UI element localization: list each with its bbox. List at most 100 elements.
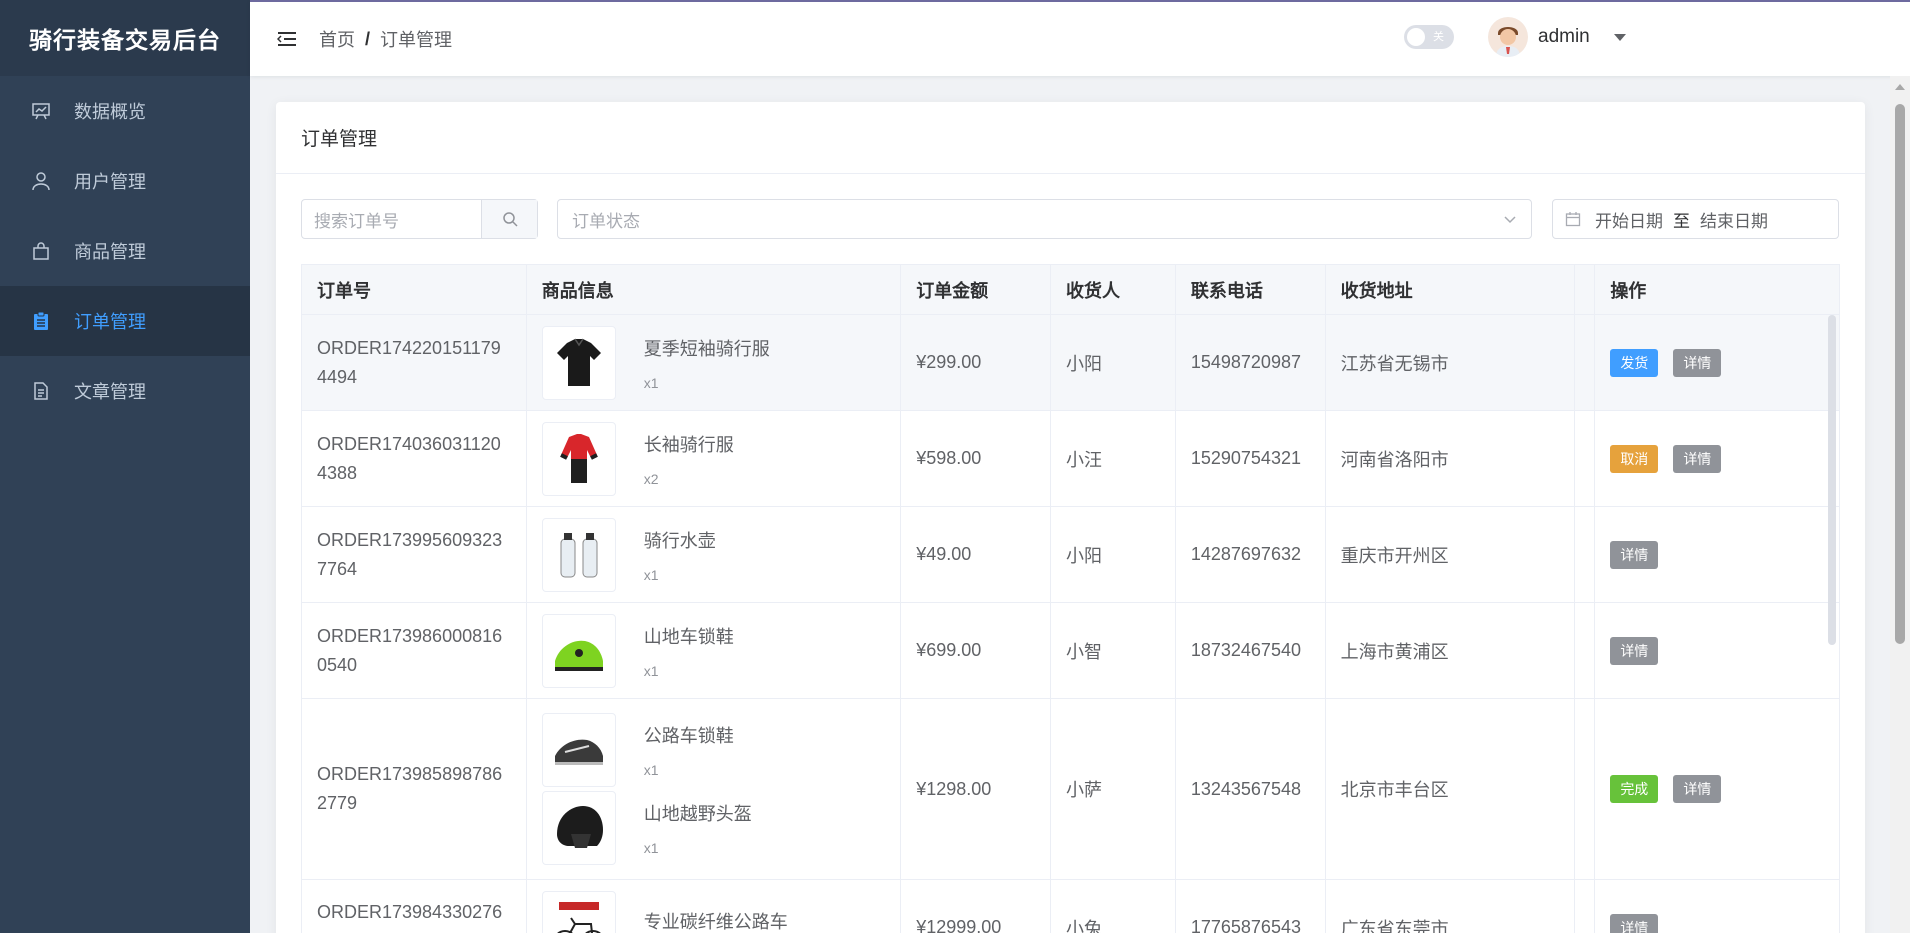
product-thumbnail — [541, 325, 616, 400]
address: 重庆市开州区 — [1326, 507, 1576, 602]
search-box: 搜索订单号 — [301, 199, 538, 239]
detail-button[interactable]: 详情 — [1673, 444, 1722, 473]
document-icon — [30, 380, 52, 402]
actions-cell: 详情 — [1595, 507, 1839, 602]
spacer-cell — [1575, 315, 1596, 410]
goods-item: 骑行水壶 x1 — [541, 516, 716, 594]
product-thumbnail — [541, 713, 616, 787]
receiver: 小汪 — [1051, 411, 1176, 506]
filter-bar: 搜索订单号 订单状态 开始日期 至 结束日期 — [301, 199, 1840, 239]
chart-icon — [30, 100, 52, 122]
order-amount: ¥1298.00 — [901, 699, 1051, 879]
goods-name: 公路车锁鞋 — [643, 726, 734, 746]
goods-name: 骑行水壶 — [643, 530, 716, 551]
order-status-placeholder: 订单状态 — [572, 211, 640, 231]
sidebar-item-label: 数据概览 — [74, 102, 146, 122]
table-header: 订单号 商品信息 订单金额 收货人 联系电话 收货地址 操作 — [302, 265, 1839, 315]
scroll-up-icon[interactable] — [1895, 84, 1905, 90]
search-button[interactable] — [481, 200, 537, 238]
chevron-down-icon[interactable] — [1614, 34, 1626, 41]
date-range-picker[interactable]: 开始日期 至 结束日期 — [1552, 199, 1839, 239]
calendar-icon — [1565, 211, 1583, 227]
top-header: 首页 / 订单管理 — [250, 0, 1910, 76]
search-input[interactable]: 搜索订单号 — [302, 200, 481, 238]
end-date-input[interactable]: 结束日期 — [1700, 207, 1768, 232]
column-header: 商品信息 — [527, 265, 902, 314]
sidebar-item-dashboard[interactable]: 数据概览 — [0, 76, 250, 146]
phone: 15498720987 — [1176, 315, 1326, 410]
table-scrollbar[interactable] — [1828, 315, 1836, 645]
goods-info: 专业碳纤维公路车 — [527, 880, 902, 933]
theme-toggle[interactable]: 关 — [1404, 25, 1454, 49]
detail-button[interactable]: 详情 — [1610, 636, 1659, 665]
avatar[interactable] — [1488, 17, 1528, 57]
actions-cell: 详情 — [1595, 603, 1839, 698]
sidebar-item-label: 订单管理 — [74, 312, 146, 332]
menu-fold-icon[interactable] — [275, 27, 299, 51]
sidebar-item-articles[interactable]: 文章管理 — [0, 356, 250, 426]
sidebar-item-products[interactable]: 商品管理 — [0, 216, 250, 286]
chevron-down-icon — [1504, 216, 1516, 224]
goods-name: 长袖骑行服 — [643, 434, 734, 455]
detail-button[interactable]: 详情 — [1673, 348, 1722, 377]
sidebar-item-label: 商品管理 — [74, 242, 146, 262]
sidebar-item-orders[interactable]: 订单管理 — [0, 286, 250, 356]
product-thumbnail — [541, 791, 616, 865]
sidebar-item-label: 文章管理 — [74, 382, 146, 402]
start-date-input[interactable]: 开始日期 — [1595, 207, 1663, 232]
goods-info: 山地车锁鞋 x1 — [527, 603, 902, 698]
goods-name: 山地车锁鞋 — [643, 626, 734, 647]
table-row: ORDER1739843302763 专业碳纤维公路车 ¥12999.00 小兔… — [302, 880, 1839, 933]
breadcrumb-home[interactable]: 首页 — [319, 26, 355, 52]
sidebar-item-label: 用户管理 — [74, 172, 146, 192]
complete-button[interactable]: 完成 — [1610, 775, 1659, 803]
order-status-select[interactable]: 订单状态 — [557, 199, 1532, 239]
goods-qty: x1 — [643, 840, 659, 856]
goods-info: 长袖骑行服 x2 — [527, 411, 902, 506]
orders-table: 订单号 商品信息 订单金额 收货人 联系电话 收货地址 操作 ORDER1742… — [301, 264, 1840, 933]
goods-qty: x1 — [643, 374, 659, 391]
phone: 14287697632 — [1176, 507, 1326, 602]
detail-button[interactable]: 详情 — [1673, 775, 1722, 803]
order-amount: ¥49.00 — [901, 507, 1051, 602]
spacer-cell — [1575, 411, 1596, 506]
column-header: 订单号 — [302, 265, 527, 314]
goods-name: 山地越野头盔 — [643, 804, 752, 824]
order-number: ORDER1740360311204388 — [302, 411, 527, 506]
goods-qty: x2 — [643, 470, 659, 487]
cancel-button[interactable]: 取消 — [1610, 444, 1659, 473]
page-scrollbar[interactable] — [1890, 76, 1910, 933]
column-header — [1575, 265, 1596, 314]
username[interactable]: admin — [1538, 26, 1590, 48]
table-row: ORDER1740360311204388 长袖骑行服 x2 ¥598.00 小… — [302, 411, 1839, 507]
order-number: ORDER1742201511794494 — [302, 315, 527, 410]
table-row: ORDER1739858987862779 公路车锁鞋 x1 山地越野头盔 x1… — [302, 699, 1839, 880]
product-thumbnail — [541, 517, 616, 592]
column-header: 联系电话 — [1176, 265, 1326, 314]
order-amount: ¥299.00 — [901, 315, 1051, 410]
sidebar: 骑行装备交易后台 数据概览 用户管理 商品管理 订单管理 文章管理 — [0, 0, 250, 933]
sidebar-item-users[interactable]: 用户管理 — [0, 146, 250, 216]
address: 北京市丰台区 — [1326, 699, 1576, 879]
goods-item: 长袖骑行服 x2 — [541, 420, 734, 498]
actions-cell: 详情 — [1595, 880, 1839, 933]
detail-button[interactable]: 详情 — [1610, 540, 1659, 569]
goods-qty: x1 — [643, 566, 659, 583]
detail-button[interactable]: 详情 — [1610, 913, 1659, 933]
receiver: 小阳 — [1051, 315, 1176, 410]
ship-button[interactable]: 发货 — [1610, 348, 1659, 377]
product-thumbnail — [541, 890, 616, 933]
receiver: 小萨 — [1051, 699, 1176, 879]
goods-qty: x1 — [643, 662, 659, 679]
order-number: ORDER1739956093237764 — [302, 507, 527, 602]
goods-name: 夏季短袖骑行服 — [643, 338, 770, 359]
spacer-cell — [1575, 699, 1596, 879]
product-thumbnail — [541, 613, 616, 688]
goods-item: 夏季短袖骑行服 x1 — [541, 324, 770, 402]
goods-item: 山地越野头盔 x1 — [541, 789, 752, 867]
table-row: ORDER1742201511794494 夏季短袖骑行服 x1 ¥299.00… — [302, 315, 1839, 411]
search-icon — [502, 212, 518, 227]
spacer-cell — [1575, 507, 1596, 602]
phone: 15290754321 — [1176, 411, 1326, 506]
scrollbar-thumb[interactable] — [1895, 104, 1905, 644]
